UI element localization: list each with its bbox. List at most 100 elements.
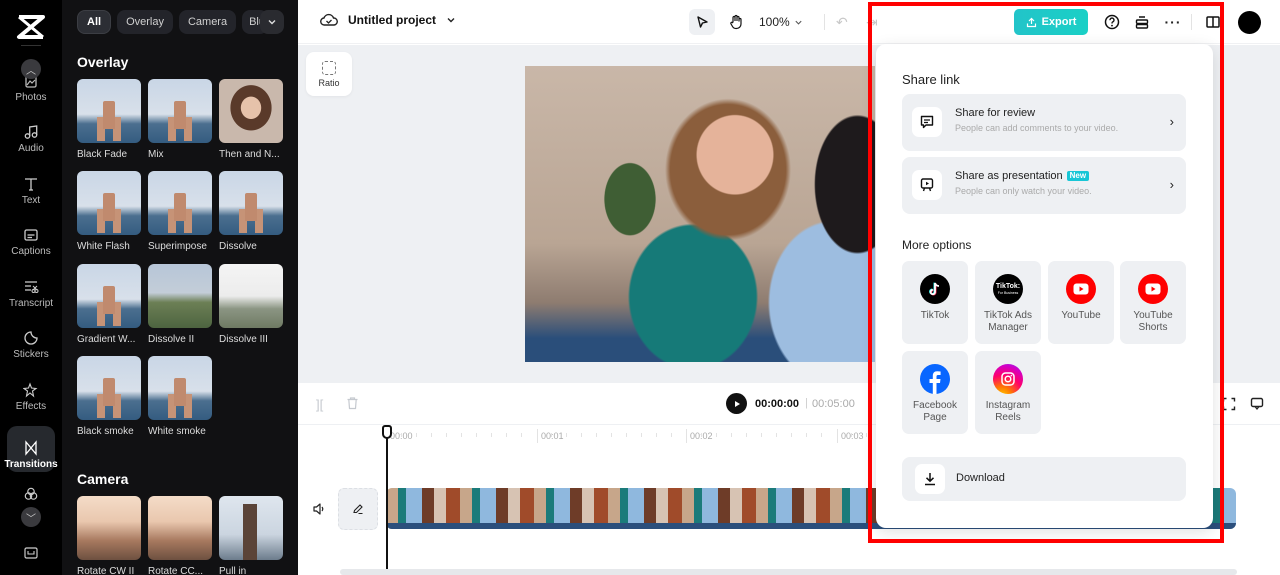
transition-tile[interactable]: Dissolve III: [219, 264, 283, 345]
transition-tile[interactable]: White Flash: [77, 171, 141, 252]
thumbnail: [77, 356, 141, 420]
project-title-button[interactable]: Untitled project: [320, 13, 456, 27]
ruler-minor-tick: [461, 433, 462, 437]
undo-button[interactable]: ↶: [836, 14, 848, 31]
tile-label: Gradient W...: [77, 334, 136, 345]
chip-overlay[interactable]: Overlay: [117, 10, 173, 34]
playhead[interactable]: [386, 425, 388, 571]
message-icon: [1250, 397, 1264, 411]
chip-all[interactable]: All: [77, 10, 112, 34]
chip-camera[interactable]: Camera: [178, 10, 237, 34]
export-button[interactable]: Export: [1014, 9, 1088, 35]
select-tool-button[interactable]: [689, 9, 715, 35]
option-label: YouTube: [1061, 310, 1101, 321]
rail-item-label: Effects: [15, 401, 47, 412]
ruler-minor-tick: [851, 433, 852, 437]
rail-item-text[interactable]: Text: [7, 160, 55, 208]
rail-item-transitions[interactable]: Transitions: [4, 426, 58, 472]
hand-tool-button[interactable]: [723, 9, 749, 35]
transition-tile[interactable]: White smoke: [148, 356, 212, 437]
tile-label: Dissolve II: [148, 334, 195, 345]
rail-item-transcript[interactable]: Transcript: [7, 263, 55, 311]
ruler-minor-tick: [596, 433, 597, 437]
rail-item-keyboard[interactable]: [7, 540, 55, 570]
timeline-scrollbar[interactable]: [340, 569, 1237, 575]
rail-item-effects[interactable]: Effects: [7, 366, 55, 414]
export-option-facebook-page[interactable]: Facebook Page: [902, 351, 968, 434]
export-option-tiktok-ads-manager[interactable]: TikTok: For Business TikTok Ads Manager: [975, 261, 1041, 344]
mute-track-button[interactable]: [312, 502, 326, 521]
ruler-minor-tick: [551, 433, 552, 437]
ratio-button[interactable]: Ratio: [306, 52, 352, 96]
download-icon: [925, 473, 935, 486]
share-as-presentation-button[interactable]: Share as presentation New People can onl…: [902, 157, 1186, 214]
share-for-review-button[interactable]: Share for review People can add comments…: [902, 94, 1186, 151]
redo-button[interactable]: ⇥: [866, 14, 878, 31]
export-menu: Share link Share for review People can a…: [876, 44, 1213, 528]
transition-tile[interactable]: Black Fade: [77, 79, 141, 160]
rail-item-audio[interactable]: Audio: [7, 108, 55, 156]
transition-tile[interactable]: Gradient W...: [77, 264, 141, 345]
chevron-down-icon: ﹀: [26, 513, 36, 525]
export-option-youtube[interactable]: YouTube: [1048, 261, 1114, 344]
transition-tile[interactable]: Dissolve II: [148, 264, 212, 345]
transition-tile[interactable]: Black smoke: [77, 356, 141, 437]
more-options-heading: More options: [902, 238, 972, 252]
layers-button[interactable]: [1133, 13, 1151, 31]
share-icon-box: [912, 170, 942, 200]
sticker-icon: [24, 331, 38, 345]
share-title: Share as presentation New: [955, 170, 1090, 182]
more-chips-button[interactable]: [260, 10, 284, 34]
video-preview[interactable]: [525, 66, 875, 362]
rail-scroll-up-button[interactable]: ︿: [21, 59, 41, 79]
cover-edit-button[interactable]: [338, 488, 378, 530]
split-button[interactable]: ][: [316, 397, 323, 412]
transition-tile[interactable]: Then and N...: [219, 79, 283, 160]
option-label: TikTok: [920, 310, 950, 321]
play-button[interactable]: [726, 393, 747, 414]
help-button[interactable]: [1103, 13, 1121, 31]
rail-item-captions[interactable]: Captions: [7, 211, 55, 259]
thumbnail: [219, 79, 283, 143]
toggle-panel-button[interactable]: [1204, 13, 1222, 31]
instagram-icon: [993, 364, 1023, 394]
export-option-instagram-reels[interactable]: Instagram Reels: [975, 351, 1041, 434]
transition-tile[interactable]: Dissolve: [219, 171, 283, 252]
rail-item-stickers[interactable]: Stickers: [7, 314, 55, 362]
more-menu-button[interactable]: ···: [1164, 13, 1182, 31]
download-button[interactable]: Download: [902, 457, 1186, 501]
tile-label: Dissolve III: [219, 334, 268, 345]
ruler-minor-tick: [401, 433, 402, 437]
feedback-button[interactable]: [1250, 397, 1264, 416]
transition-tile[interactable]: Pull in: [219, 496, 283, 575]
current-time: 00:00:00: [755, 398, 800, 410]
transition-tile[interactable]: Superimpose: [148, 171, 212, 252]
fullscreen-button[interactable]: [1222, 397, 1236, 416]
rail-divider: [21, 45, 41, 46]
tile-label: Superimpose: [148, 241, 207, 252]
export-option-youtube-shorts[interactable]: YouTube Shorts: [1120, 261, 1186, 344]
chevron-down-icon: [268, 20, 276, 25]
tile-label: White smoke: [148, 426, 206, 437]
delete-button[interactable]: [346, 396, 359, 415]
option-label: Instagram Reels: [985, 400, 1031, 423]
playhead-handle[interactable]: [382, 425, 392, 439]
download-icon-box: [915, 464, 945, 494]
app-root: Photos ︿ Audio Text Captions Transcript …: [0, 0, 1280, 575]
speaker-icon: [313, 503, 324, 515]
youtube-shorts-icon: [1138, 274, 1168, 304]
rail-scroll-down-button[interactable]: ﹀: [21, 507, 41, 527]
user-avatar[interactable]: [1238, 11, 1261, 34]
help-icon: [1104, 14, 1120, 30]
transition-tile[interactable]: Mix: [148, 79, 212, 160]
export-option-tiktok[interactable]: TikTok: [902, 261, 968, 344]
tile-label: Rotate CW II: [77, 566, 135, 575]
presentation-icon: [920, 178, 934, 192]
ruler-minor-tick: [761, 433, 762, 437]
rail-item-label: Photos: [15, 92, 47, 103]
transition-tile[interactable]: Rotate CC...: [148, 496, 212, 575]
capcut-logo: [17, 15, 45, 39]
ruler-minor-tick: [521, 433, 522, 437]
zoom-level-dropdown[interactable]: 100%: [759, 15, 803, 29]
transition-tile[interactable]: Rotate CW II: [77, 496, 141, 575]
